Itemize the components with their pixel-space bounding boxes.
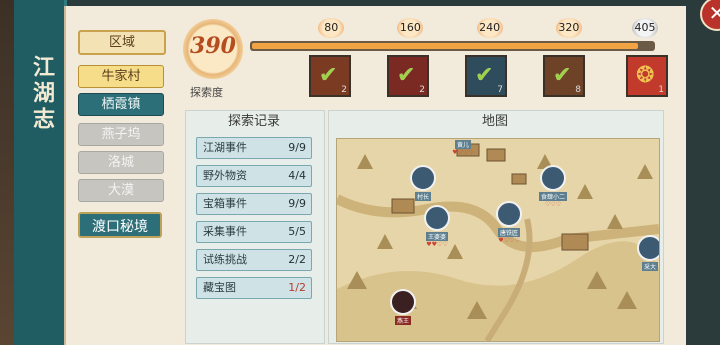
records-header: 探索记录 [227,114,280,129]
npc-huanger[interactable]: 黄儿 ♥♡♡♡ [445,139,481,156]
reward-box[interactable]: ❂ 1 [626,55,668,97]
list-item: 野外物资 4/4 [196,165,312,187]
map-header: 地图 [481,114,508,129]
region-map[interactable]: 黄儿 ♥♡♡♡ 村长 食肆小二 ♡♡♡ 王婆婆 ♥♥♡♡ 唐铁匠 ♥♡♡♡ 采大… [336,138,660,342]
region-item-damo[interactable]: 大漠 [78,179,164,202]
reward-count: 8 [575,85,581,95]
milestone-tag: 405 [632,18,658,38]
region-header: 区域 [78,30,166,55]
reward-count: 7 [497,85,503,95]
list-item: 试练挑战 2/2 [196,249,312,271]
explore-score: 390 [190,33,236,59]
title-banner [14,0,67,345]
record-name: 宝箱事件 [203,197,247,210]
reward-box[interactable]: ✔ 2 [387,55,429,97]
region-item-qixiazhen[interactable]: 栖霞镇 [78,93,164,116]
avatar [424,205,450,231]
check-icon: ✔ [553,63,572,88]
check-icon: ✔ [397,63,416,88]
record-value: 1/2 [288,281,306,294]
record-value: 2/2 [288,253,306,266]
reward-box[interactable]: ✔ 2 [309,55,351,97]
check-icon: ✔ [319,63,338,88]
list-item: 采集事件 5/5 [196,221,312,243]
record-name: 江湖事件 [203,141,247,154]
left-rail [0,0,14,345]
explore-progress-fill [252,43,639,49]
reward-count: 2 [419,85,425,95]
npc-village-chief[interactable]: 村长 [405,165,441,201]
milestone-tag: 320 [555,18,582,38]
gold-ornament-icon: ❂ [636,63,655,88]
region-item-luocheng[interactable]: 洛城 [78,151,164,174]
reward-box[interactable]: ✔ 7 [465,55,507,97]
npc-caida[interactable]: 采大 [635,235,659,271]
milestone-tag: 240 [476,18,503,38]
list-item: 宝箱事件 9/9 [196,193,312,215]
reward-count: 1 [658,85,664,95]
npc-shop-waiter[interactable]: 食肆小二 ♡♡♡ [533,165,573,208]
explore-label: 探索度 [190,86,223,99]
record-value: 9/9 [288,141,306,154]
npc-blacksmith-tang[interactable]: 唐铁匠 ♥♡♡♡ [489,201,529,244]
close-icon[interactable]: ✕ [700,0,720,31]
record-value: 5/5 [288,225,306,238]
panel-title: 江湖志 [29,55,54,133]
record-name: 采集事件 [203,225,247,238]
avatar [390,289,416,315]
list-item: 藏宝图 1/2 [196,277,312,299]
avatar [410,165,436,191]
avatar [496,201,522,227]
reward-box[interactable]: ✔ 8 [543,55,585,97]
record-value: 9/9 [288,197,306,210]
list-item: 江湖事件 9/9 [196,137,312,159]
record-name: 野外物资 [203,169,247,182]
check-icon: ✔ [475,63,494,88]
region-item-niujiacun[interactable]: 牛家村 [78,65,164,88]
region-column: 区域 牛家村 栖霞镇 燕子坞 洛城 大漠 [70,25,172,345]
reward-count: 2 [341,85,347,95]
ferry-secret-realm-button[interactable]: 渡口秘境 [78,212,162,238]
record-name: 试练挑战 [203,253,247,266]
npc-yan-wang[interactable]: 燕王 [385,289,421,325]
avatar [637,235,659,261]
record-value: 4/4 [288,169,306,182]
npc-grandma-wang[interactable]: 王婆婆 ♥♥♡♡ [419,205,455,248]
avatar [540,165,566,191]
record-name: 藏宝图 [203,281,236,294]
region-item-yanziwu[interactable]: 燕子坞 [78,123,164,146]
